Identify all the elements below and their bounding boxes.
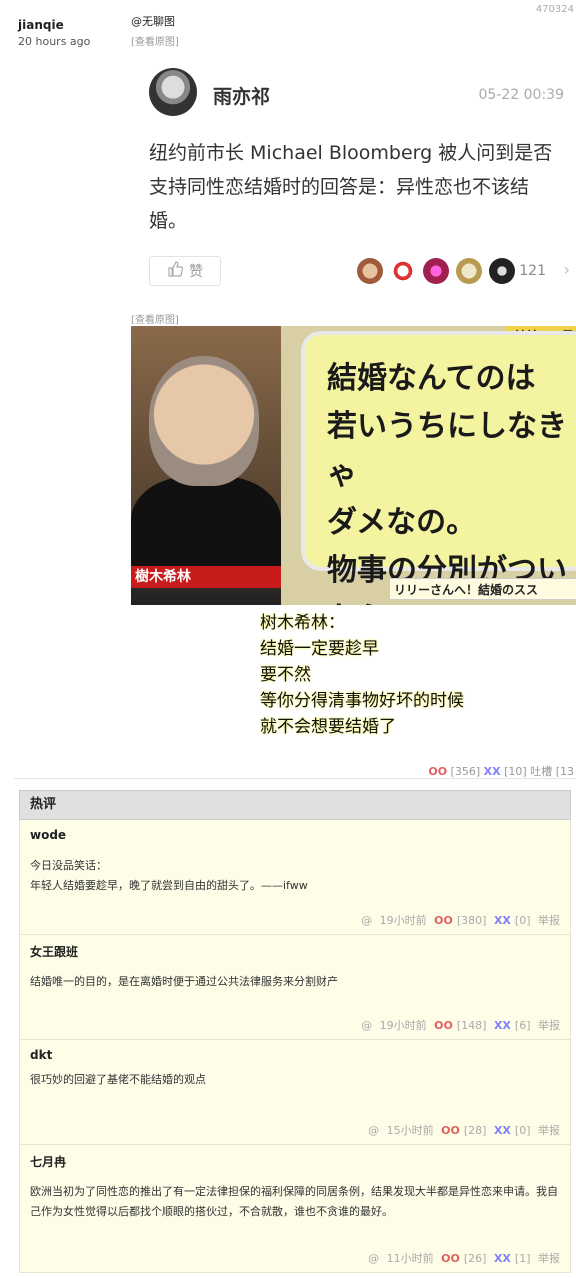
post-vote-bar: OO [356] XX [10] 吐槽 [13	[428, 763, 574, 779]
weibo-username: 雨亦祁	[213, 86, 271, 108]
hot-comments-header: 热评	[19, 790, 571, 820]
comment-time: 19小时前	[379, 914, 427, 927]
comment-item: 女王跟班 结婚唯一的目的，是在离婚时便于通过公共法律服务来分割财产 @ 19小时…	[19, 935, 571, 1040]
oo-count: [148]	[456, 1019, 487, 1032]
thumbs-up-icon	[167, 261, 184, 281]
xx-button[interactable]: XX	[494, 1252, 511, 1265]
photo-bottom-caption: リリーさんへ！結婚のスス	[389, 578, 576, 600]
weibo-liker-avatars	[357, 258, 515, 284]
comment-text: 结婚唯一的目的，是在离婚时便于通过公共法律服务来分割财产	[30, 975, 338, 988]
oo-button[interactable]: OO	[428, 765, 447, 778]
tv-screenshot-image: 樹木希林 リリー・フラ 結婚なんてのは 若いうちにしなきゃ ダメなの。 物事の分…	[131, 326, 576, 605]
xx-button[interactable]: XX	[484, 765, 501, 778]
comment-meta: @ 19小时前 OO [380] XX [0] 举报	[357, 912, 560, 928]
category-tag[interactable]: @无聊图	[131, 13, 175, 29]
weibo-like-count: 121	[519, 263, 546, 279]
reply-at-link[interactable]: @	[361, 914, 372, 927]
comment-author[interactable]: dkt	[30, 1048, 560, 1062]
xx-count: [10]	[504, 765, 527, 778]
weibo-like-button: 赞	[149, 256, 221, 286]
divider	[14, 778, 576, 779]
report-link[interactable]: 举报	[538, 1124, 560, 1137]
author-block: jianqie 20 hours ago	[18, 18, 118, 48]
photo-name-strip: 樹木希林	[131, 566, 281, 588]
oo-button[interactable]: OO	[441, 1124, 460, 1137]
post-time: 20 hours ago	[18, 35, 91, 48]
post-id: 470324	[535, 4, 574, 15]
comment-text: 很巧妙的回避了基佬不能结婚的观点	[30, 1073, 206, 1086]
xx-count: [0]	[514, 1124, 531, 1137]
oo-count: [356]	[450, 765, 481, 778]
speech-bubble-text: 結婚なんてのは 若いうちにしなきゃ ダメなの。 物事の分別がついたら できないん…	[327, 361, 567, 605]
report-link[interactable]: 举报	[538, 1252, 560, 1265]
weibo-like-label: 赞	[189, 264, 203, 280]
report-link[interactable]: 举报	[538, 1019, 560, 1032]
oo-count: [26]	[463, 1252, 487, 1265]
hot-comments-section: 热评 wode 今日没品笑话： 年轻人结婚要趁早，晚了就尝到自由的甜头了。——i…	[19, 790, 571, 1273]
comment-author[interactable]: 女王跟班	[30, 943, 560, 960]
weibo-screenshot: 雨亦祁 05-22 00:39 纽约前市长 Michael Bloomberg …	[131, 58, 576, 298]
reply-at-link[interactable]: @	[368, 1252, 379, 1265]
xx-count: [0]	[514, 914, 531, 927]
xx-button[interactable]: XX	[494, 1019, 511, 1032]
comment-text: 欧洲当初为了同性恋的推出了有一定法律担保的福利保障的同居条例，结果发现大半都是异…	[30, 1185, 558, 1218]
comment-item: 七月冉 欧洲当初为了同性恋的推出了有一定法律担保的福利保障的同居条例，结果发现大…	[19, 1145, 571, 1273]
avatar	[357, 258, 383, 284]
weibo-avatar	[149, 68, 197, 116]
comment-time: 11小时前	[386, 1252, 434, 1265]
avatar	[456, 258, 482, 284]
reply-at-link[interactable]: @	[361, 1019, 372, 1032]
oo-button[interactable]: OO	[434, 914, 453, 927]
avatar	[489, 258, 515, 284]
comment-item: dkt 很巧妙的回避了基佬不能结婚的观点 @ 15小时前 OO [28] XX [0…	[19, 1040, 571, 1145]
oo-count: [380]	[456, 914, 487, 927]
oo-count: [28]	[463, 1124, 487, 1137]
xx-button[interactable]: XX	[494, 1124, 511, 1137]
report-link[interactable]: 举报	[538, 914, 560, 927]
comment-meta: @ 11小时前 OO [26] XX [1] 举报	[364, 1250, 560, 1266]
xx-count: [6]	[514, 1019, 531, 1032]
xx-button[interactable]: XX	[494, 914, 511, 927]
oo-button[interactable]: OO	[441, 1252, 460, 1265]
author-name[interactable]: jianqie	[18, 18, 118, 32]
xx-count: [1]	[514, 1252, 531, 1265]
oo-button[interactable]: OO	[434, 1019, 453, 1032]
image-caption: 树木希林： 结婚一定要趁早 要不然 等你分得清事物好坏的时候 就不会想要结婚了	[260, 613, 464, 737]
comment-meta: @ 19小时前 OO [148] XX [6] 举报	[357, 1017, 560, 1033]
comment-time: 19小时前	[379, 1019, 427, 1032]
avatar	[390, 258, 416, 284]
comment-author[interactable]: 七月冉	[30, 1153, 560, 1170]
comment-text: 今日没品笑话： 年轻人结婚要趁早，晚了就尝到自由的甜头了。——ifww	[30, 859, 308, 892]
tucao-link[interactable]: 吐槽 [13	[530, 765, 574, 778]
view-original-link[interactable]: [查看原图]	[131, 311, 179, 326]
comment-time: 15小时前	[386, 1124, 434, 1137]
photo-face	[149, 356, 259, 486]
speech-bubble: 結婚なんてのは 若いうちにしなきゃ ダメなの。 物事の分別がついたら できないん…	[301, 331, 576, 605]
weibo-date: 05-22 00:39	[478, 87, 564, 103]
avatar	[423, 258, 449, 284]
comment-meta: @ 15小时前 OO [28] XX [0] 举报	[364, 1122, 560, 1138]
comment-author[interactable]: wode	[30, 828, 560, 842]
comment-item: wode 今日没品笑话： 年轻人结婚要趁早，晚了就尝到自由的甜头了。——ifww…	[19, 820, 571, 935]
reply-at-link[interactable]: @	[368, 1124, 379, 1137]
weibo-text: 纽约前市长 Michael Bloomberg 被人问到是否支持同性恋结婚时的回…	[149, 142, 553, 232]
view-original-link[interactable]: [查看原图]	[131, 33, 179, 48]
chevron-right-icon: ›	[563, 260, 570, 279]
